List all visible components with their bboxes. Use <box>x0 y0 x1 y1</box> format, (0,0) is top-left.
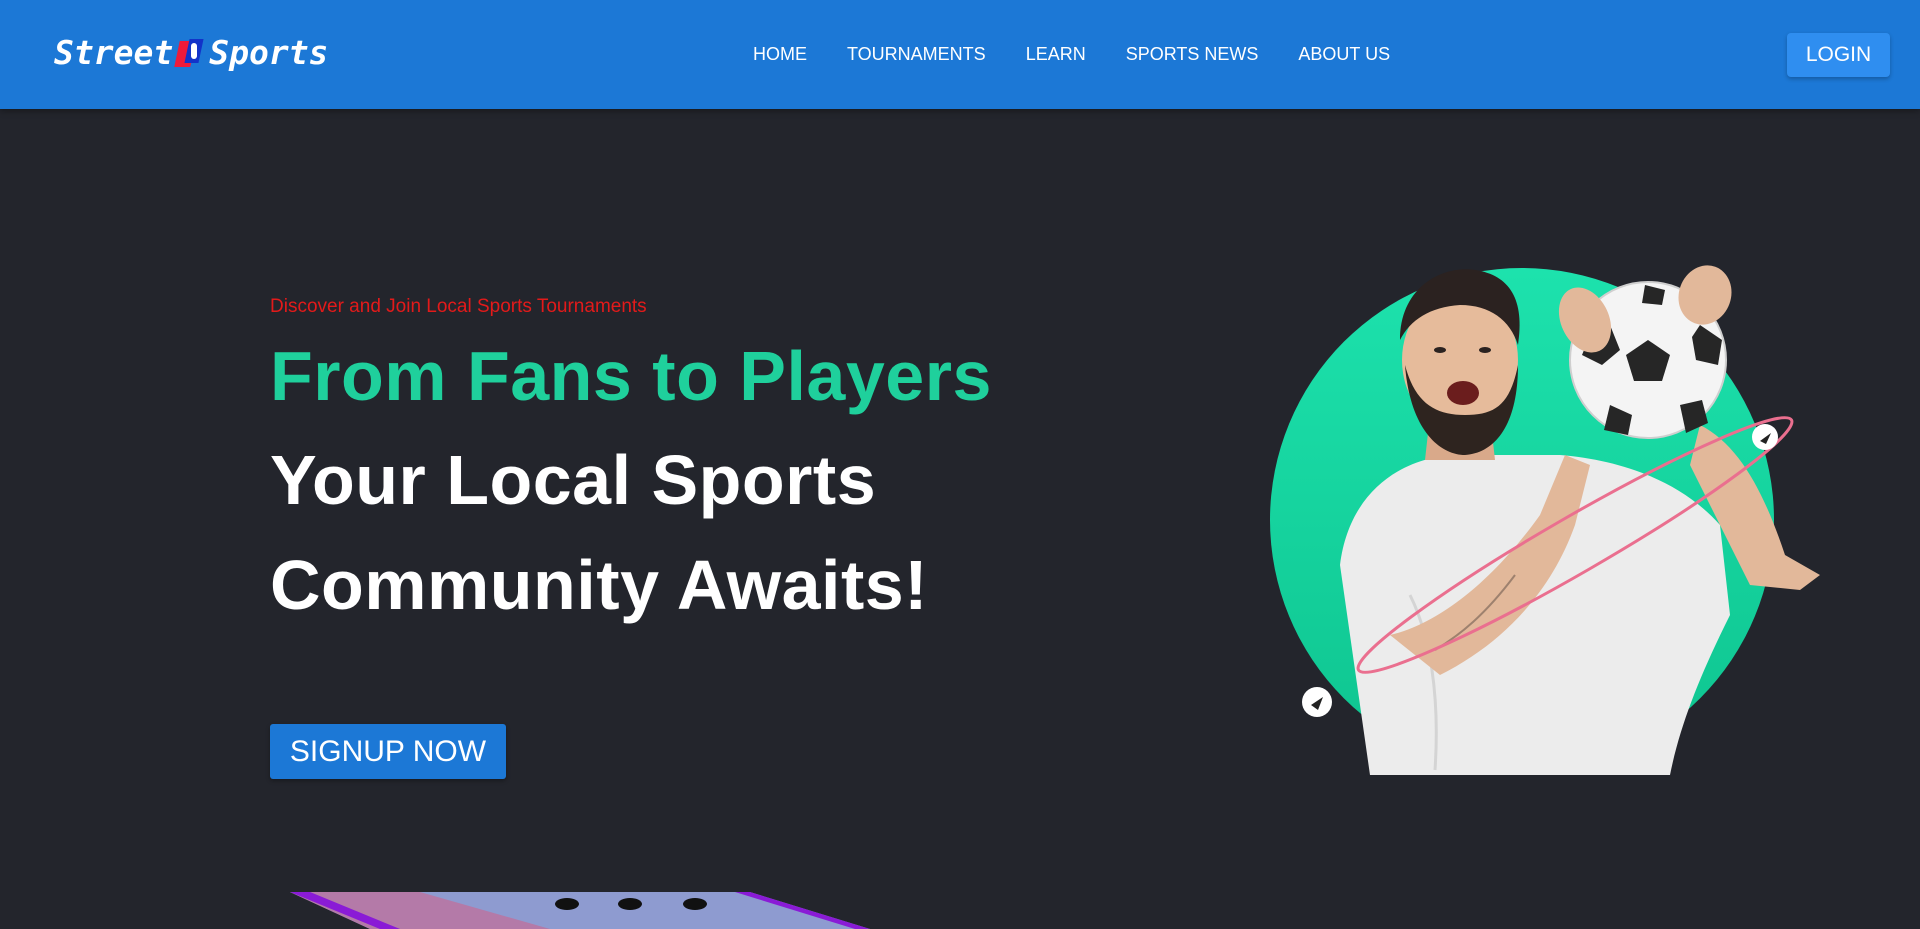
main-nav: HOME TOURNAMENTS LEARN SPORTS NEWS ABOUT… <box>753 42 1390 66</box>
orbit-marker-top-icon <box>1752 424 1778 450</box>
brand-logo[interactable]: Street Sports <box>54 30 328 74</box>
hero-headline-line-3: Community Awaits! <box>270 546 929 624</box>
nav-home[interactable]: HOME <box>753 42 807 66</box>
login-button[interactable]: LOGIN <box>1787 33 1890 77</box>
logo-text-right: Sports <box>209 32 329 72</box>
hero-tagline: Discover and Join Local Sports Tournamen… <box>270 296 647 317</box>
nav-learn[interactable]: LEARN <box>1026 42 1086 66</box>
signup-now-button[interactable]: SIGNUP NOW <box>270 724 506 779</box>
hero-player-illustration <box>1270 265 1820 775</box>
logo-text-left: Street <box>54 32 174 72</box>
logo-mark-icon <box>174 35 205 69</box>
hero-headline-accent: From Fans to Players <box>270 337 992 415</box>
next-section-preview <box>290 892 870 929</box>
nav-sports-news[interactable]: SPORTS NEWS <box>1126 42 1259 66</box>
top-navbar: Street Sports HOME TOURNAMENTS LEARN SPO… <box>0 0 1920 109</box>
orbit-marker-bottom-icon <box>1302 687 1332 717</box>
hero-headline-line-2: Your Local Sports <box>270 441 877 519</box>
nav-tournaments[interactable]: TOURNAMENTS <box>847 42 986 66</box>
nav-about-us[interactable]: ABOUT US <box>1298 42 1390 66</box>
